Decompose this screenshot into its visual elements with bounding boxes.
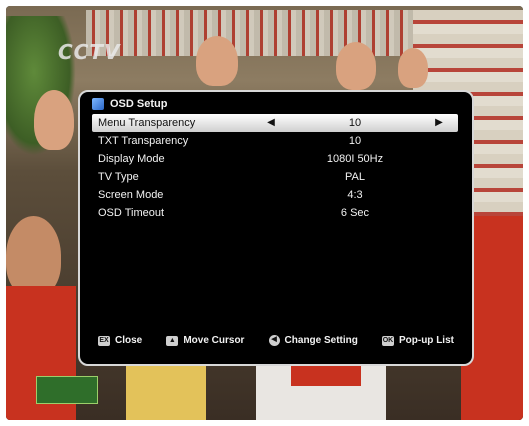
setting-value: 10 [348, 135, 362, 147]
setting-label: Screen Mode [98, 189, 164, 201]
setting-row-osd-timeout[interactable]: OSD Timeout 6 Sec [92, 204, 458, 222]
osd-header: OSD Setup [92, 98, 167, 110]
arrow-left-icon[interactable]: ◀ [262, 114, 280, 132]
setting-label: Menu Transparency [98, 117, 196, 129]
setting-value: 6 Sec [340, 207, 370, 219]
osd-title: OSD Setup [110, 98, 168, 110]
news-program-logo [36, 376, 98, 404]
setting-row-menu-transparency[interactable]: Menu Transparency ◀ 10 ▶ [92, 114, 458, 132]
hint-label: Pop-up List [398, 335, 454, 346]
hint-label: Change Setting [284, 335, 358, 346]
setting-label: OSD Timeout [98, 207, 165, 219]
ok-key-icon: OK [381, 335, 394, 346]
hint-change-setting[interactable]: ◀ Change Setting [268, 335, 358, 346]
hint-close[interactable]: EX Close [98, 335, 142, 346]
up-down-key-icon: ▲ [166, 335, 179, 346]
setting-row-display-mode[interactable]: Display Mode 1080I 50Hz [92, 150, 458, 168]
setting-row-txt-transparency[interactable]: TXT Transparency 10 [92, 132, 458, 150]
setting-value: PAL [345, 171, 365, 183]
background-person [6, 216, 61, 296]
exit-key-icon: EX [98, 335, 110, 346]
settings-icon [92, 98, 104, 110]
setting-value: 10 [348, 117, 362, 129]
hint-move-cursor[interactable]: ▲ Move Cursor [166, 335, 244, 346]
background-person [336, 42, 376, 90]
setting-label: Display Mode [98, 153, 165, 165]
setting-row-screen-mode[interactable]: Screen Mode 4:3 [92, 186, 458, 204]
background-person [398, 48, 428, 88]
setting-row-tv-type[interactable]: TV Type PAL [92, 168, 458, 186]
setting-value: 4:3 [347, 189, 363, 201]
hint-label: Close [115, 335, 143, 346]
left-right-key-icon: ◀ [268, 335, 280, 346]
settings-list: Menu Transparency ◀ 10 ▶ TXT Transparenc… [92, 114, 458, 222]
setting-label: TXT Transparency [98, 135, 189, 147]
arrow-right-icon[interactable]: ▶ [430, 114, 448, 132]
osd-setup-panel: OSD Setup Menu Transparency ◀ 10 ▶ TXT T… [78, 90, 474, 366]
setting-value: 1080I 50Hz [326, 153, 384, 165]
tv-screen: CCTV OSD Setup Menu Transparency ◀ 10 ▶ … [6, 6, 523, 420]
channel-logo: CCTV [58, 40, 121, 64]
background-clothing [126, 366, 206, 420]
background-person [34, 90, 74, 150]
hint-label: Move Cursor [183, 335, 245, 346]
osd-footer-hints: EX Close ▲ Move Cursor ◀ Change Setting … [98, 335, 454, 346]
setting-label: TV Type [98, 171, 139, 183]
background-person [196, 36, 238, 86]
hint-popup-list[interactable]: OK Pop-up List [381, 335, 454, 346]
